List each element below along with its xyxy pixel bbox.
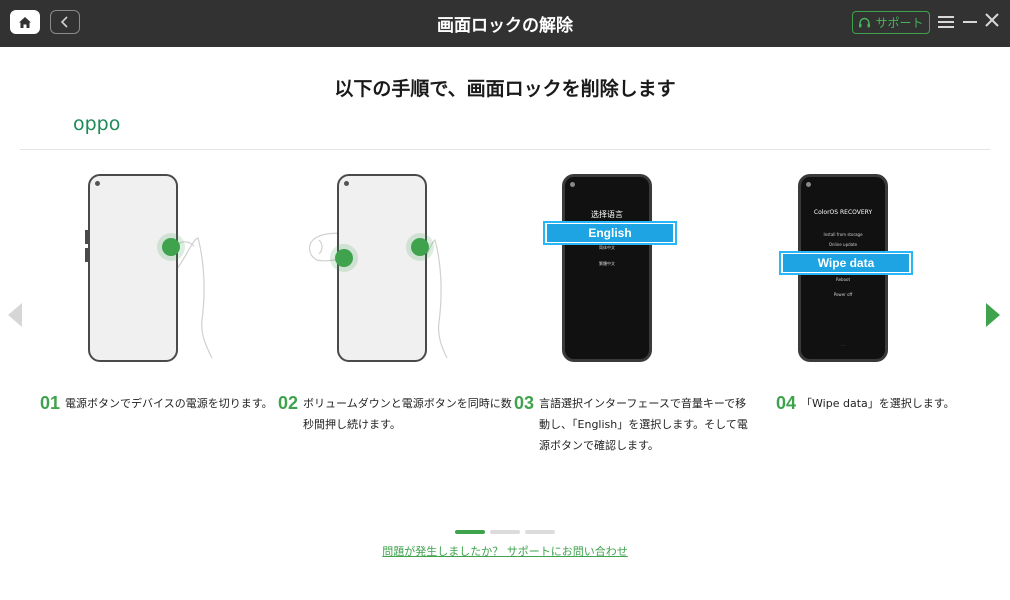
pager-dot[interactable] xyxy=(490,530,520,534)
step-1: 01 電源ボタンでデバイスの電源を切ります。 xyxy=(40,392,273,414)
step-description: ボリュームダウンと電源ボタンを同時に数 秒間押し続けます。 xyxy=(303,397,512,431)
power-button-indicator xyxy=(411,238,429,256)
step-3: 03 言語選択インターフェースで音量キーで移 動し、「English」を選択しま… xyxy=(514,392,748,456)
pager-dot[interactable] xyxy=(525,530,555,534)
phone-outline xyxy=(337,174,427,362)
page-heading: 以下の手順で、画面ロックを削除します xyxy=(334,78,676,100)
svg-text:oppo: oppo xyxy=(73,114,120,134)
wipe-data-option: Wipe data xyxy=(779,251,913,275)
step-number: 04 xyxy=(776,393,797,413)
menu-icon[interactable] xyxy=(938,15,954,29)
step-description: 「Wipe data」を選択します。 xyxy=(801,397,955,410)
step-number: 01 xyxy=(40,393,61,413)
phone-language-screen: 选择语言 简体中文 繁體中文 xyxy=(562,174,652,362)
headset-icon xyxy=(859,17,871,27)
volume-down-indicator xyxy=(335,249,353,267)
step-4: 04 「Wipe data」を選択します。 xyxy=(776,392,955,414)
step-description: 言語選択インターフェースで音量キーで移 動し、「English」を選択します。そ… xyxy=(539,397,748,452)
step-number: 02 xyxy=(278,393,299,413)
divider xyxy=(20,149,990,150)
next-arrow-icon[interactable] xyxy=(984,302,1002,328)
close-icon[interactable] xyxy=(984,12,1000,28)
support-button[interactable]: サポート xyxy=(852,11,930,34)
step-description: 電源ボタンでデバイスの電源を切ります。 xyxy=(65,397,273,410)
support-help-link[interactable]: 問題が発生しましたか？ サポートにお問い合わせ xyxy=(0,543,1010,559)
phone-outline xyxy=(88,174,178,362)
oppo-logo: oppo xyxy=(73,114,120,134)
step-2: 02 ボリュームダウンと電源ボタンを同時に数 秒間押し続けます。 xyxy=(278,392,512,435)
title-bar: 画面ロックの解除 サポート xyxy=(0,0,1010,47)
step-number: 03 xyxy=(514,393,535,413)
minimize-icon[interactable] xyxy=(963,21,977,23)
support-label: サポート xyxy=(875,16,924,30)
pager-dot-active[interactable] xyxy=(455,530,485,534)
english-option: English xyxy=(543,221,677,245)
power-button-indicator xyxy=(162,238,180,256)
previous-arrow-icon[interactable] xyxy=(6,302,24,328)
